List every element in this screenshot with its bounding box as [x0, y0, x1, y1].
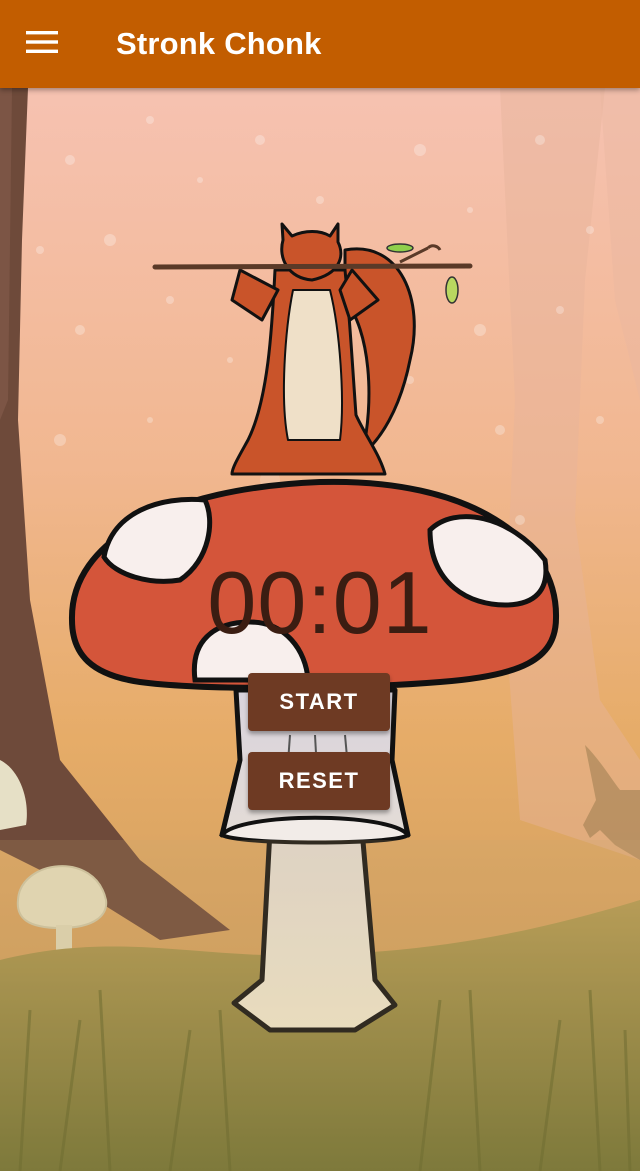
menu-button[interactable]: [16, 20, 70, 68]
start-button[interactable]: START: [248, 673, 390, 731]
app-title: Stronk Chonk: [116, 26, 322, 61]
reset-button[interactable]: RESET: [248, 752, 390, 810]
app-bar: Stronk Chonk: [0, 0, 640, 88]
timer-display: 00:01: [207, 553, 433, 652]
hamburger-menu-icon: [26, 31, 58, 53]
